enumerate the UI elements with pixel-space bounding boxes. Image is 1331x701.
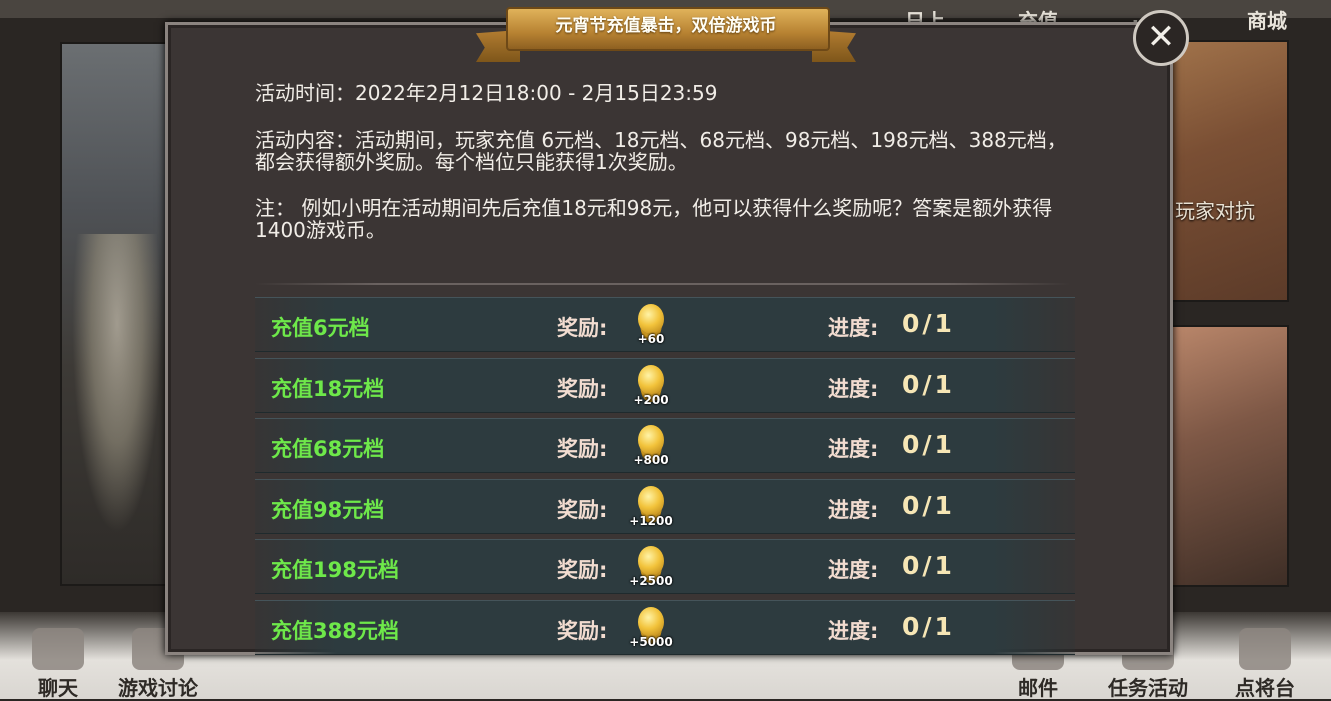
dialog-title: 元宵节充值暴击，双倍游戏币 [555,16,777,36]
reward-label: 奖励: [557,618,608,643]
reward-label: 奖励: [557,376,608,401]
nav-general[interactable]: 点将台 [1235,628,1295,701]
nav-general-label: 点将台 [1235,676,1295,700]
tier-name: 充值388元档 [271,618,399,643]
reward-amount: +800 [633,453,669,467]
reward-label: 奖励: [557,316,608,340]
nav-chat[interactable]: 聊天 [32,628,84,701]
tier-row: 充值6元档 奖励: +60 进度: 0/1 [255,297,1075,352]
hero-artwork [60,42,174,586]
tier-row: 充值18元档 奖励: +200 进度: 0/1 [255,357,1075,413]
chat-icon [32,628,84,670]
progress-label: 进度: [828,376,879,401]
tier-name: 充值98元档 [271,497,385,522]
progress-label: 进度: [828,558,879,582]
reward-amount: +1200 [629,513,673,528]
activity-time: 活动时间：2022年2月12日18:00 - 2月15日23:59 [255,81,718,105]
close-button[interactable]: ✕ [1133,10,1189,66]
coin-icon: +1200 [629,484,673,530]
progress-label: 进度: [828,618,879,643]
progress-label: 进度: [828,497,879,522]
progress-value: 0/1 [902,430,955,459]
reward-amount: +200 [633,392,669,407]
event-card[interactable] [1170,325,1289,587]
progress-value: 0/1 [902,490,955,520]
activity-note: 注： 例如小明在活动期间先后充值18元和98元，他可以获得什么奖励呢？答案是额外… [255,196,1053,242]
tier-name: 充值18元档 [271,376,385,401]
tier-row: 充值68元档 奖励: +800 进度: 0/1 [255,418,1075,473]
progress-value: 0/1 [902,551,955,580]
tier-row: 充值388元档 奖励: +5000 进度: 0/1 [255,599,1075,655]
nav-quest-label: 任务活动 [1108,676,1188,700]
coin-icon: +800 [629,423,673,469]
nav-shop[interactable]: 商城 [1247,5,1287,34]
progress-label: 进度: [828,437,879,461]
coin-icon: +200 [629,363,673,409]
reward-amount: +5000 [629,634,673,649]
reward-amount: +60 [637,332,665,346]
tier-name: 充值68元档 [271,437,385,461]
reward-label: 奖励: [557,558,608,582]
nav-mail-label: 邮件 [1018,676,1058,700]
pvp-card-label: 玩家对抗 [1175,199,1255,223]
nav-discussion-label: 游戏讨论 [118,676,198,700]
coin-icon: +60 [629,302,673,348]
tier-name: 充值6元档 [271,316,370,340]
progress-value: 0/1 [902,369,955,399]
reward-label: 奖励: [557,497,608,522]
progress-value: 0/1 [902,309,955,338]
reward-amount: +2500 [629,574,673,588]
nav-chat-label: 聊天 [38,676,78,700]
progress-value: 0/1 [902,611,955,641]
tier-name: 充值198元档 [271,558,399,582]
tier-list: 充值6元档 奖励: +60 进度: 0/1 充值18元档 奖励: +200 进度… [255,297,1075,660]
tier-row: 充值98元档 奖励: +1200 进度: 0/1 [255,478,1075,534]
divider [255,283,1070,285]
activity-content: 活动内容：活动期间，玩家充值 6元档、18元档、68元档、98元档、198元档、… [255,128,1067,174]
close-icon: ✕ [1146,17,1176,57]
coin-icon: +5000 [629,605,673,651]
general-icon [1239,628,1291,670]
reward-label: 奖励: [557,437,608,461]
progress-label: 进度: [828,316,879,340]
pvp-card[interactable] [1170,40,1289,302]
tier-row: 充值198元档 奖励: +2500 进度: 0/1 [255,539,1075,594]
dialog-banner: 元宵节充值暴击，双倍游戏币 [476,2,856,62]
coin-icon: +2500 [629,544,673,590]
